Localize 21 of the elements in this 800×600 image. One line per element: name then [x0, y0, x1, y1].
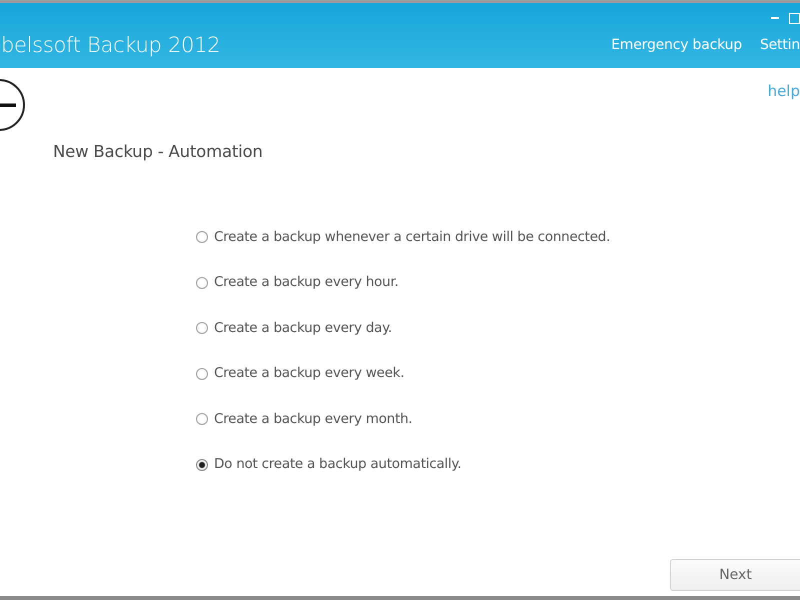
radio-button[interactable] — [196, 322, 208, 334]
radio-button[interactable] — [196, 231, 208, 244]
radio-button[interactable] — [196, 458, 208, 471]
radio-button[interactable] — [196, 413, 208, 426]
maximize-icon[interactable] — [789, 12, 800, 24]
option-label: Do not create a backup automatically. — [214, 455, 462, 474]
app-title: belssoft Backup 2012 — [0, 35, 220, 56]
option-label: Create a backup every hour. — [214, 273, 398, 292]
menu-link[interactable]: Settin — [760, 35, 800, 56]
radio-button[interactable] — [196, 368, 208, 380]
minimize-icon[interactable] — [771, 16, 779, 20]
radio-button[interactable] — [196, 276, 208, 289]
back-icon[interactable] — [0, 78, 26, 132]
option-label: Create a backup every month. — [214, 410, 412, 429]
next-button[interactable]: Next — [670, 559, 800, 591]
page-heading: New Backup - Automation — [53, 142, 264, 162]
option-label: Create a backup every week. — [214, 364, 404, 384]
option-label: Create a backup every day. — [214, 318, 392, 338]
option-label: Create a backup whenever a certain drive will be connected. — [214, 228, 610, 247]
help-link[interactable]: help — [768, 80, 800, 102]
menu-link[interactable]: Emergency backup — [611, 35, 742, 56]
